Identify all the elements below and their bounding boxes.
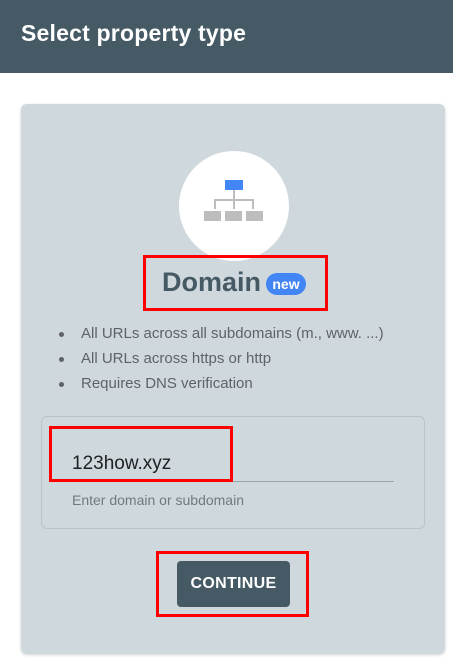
feature-item: All URLs across https or http xyxy=(55,346,384,371)
feature-item: All URLs across all subdomains (m., www.… xyxy=(55,321,384,346)
domain-input[interactable] xyxy=(72,447,394,482)
continue-button[interactable]: CONTINUE xyxy=(177,561,290,607)
feature-item: Requires DNS verification xyxy=(55,371,384,396)
page-title: Select property type xyxy=(21,20,247,46)
domain-input-container: Enter domain or subdomain xyxy=(41,416,425,529)
sitemap-icon xyxy=(179,151,289,261)
domain-property-card[interactable]: Domain new All URLs across all subdomain… xyxy=(21,104,445,654)
page-header: Select property type xyxy=(0,0,453,73)
property-type-title: Domain xyxy=(162,267,262,297)
new-badge: new xyxy=(266,273,306,295)
domain-input-helper: Enter domain or subdomain xyxy=(72,492,244,508)
feature-list: All URLs across all subdomains (m., www.… xyxy=(55,321,384,396)
